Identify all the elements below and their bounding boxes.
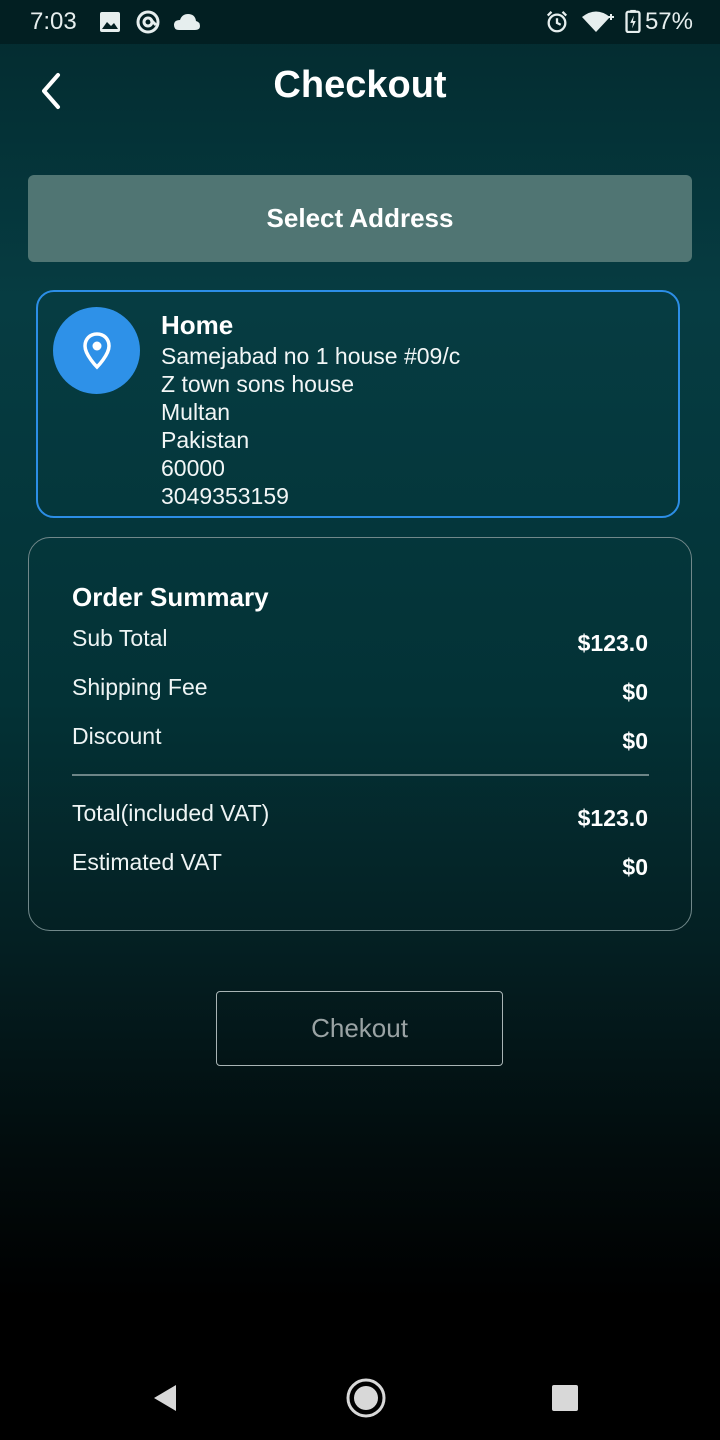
address-line-postal-code: 60000 — [161, 455, 225, 481]
sub-total-value: $123.0 — [577, 630, 648, 656]
sub-total-label: Sub Total — [72, 625, 168, 651]
location-pin-icon — [82, 331, 111, 369]
nav-home-button[interactable] — [344, 1376, 388, 1420]
address-card[interactable]: Home Samejabad no 1 house #09/c Z town s… — [36, 290, 680, 518]
summary-row-sub-total: Sub Total $123.0 — [72, 625, 648, 665]
location-pin-badge — [53, 307, 140, 394]
address-details: Home Samejabad no 1 house #09/c Z town s… — [161, 308, 661, 510]
shipping-fee-label: Shipping Fee — [72, 674, 208, 700]
alarm-icon — [546, 11, 568, 33]
estimated-vat-value: $0 — [622, 854, 648, 880]
image-icon — [100, 12, 120, 32]
shipping-fee-value: $0 — [622, 679, 648, 705]
summary-row-estimated-vat: Estimated VAT $0 — [72, 849, 648, 889]
page-title: Checkout — [273, 64, 447, 106]
summary-divider — [72, 774, 649, 776]
back-triangle-icon — [154, 1385, 176, 1411]
wifi-icon — [582, 11, 614, 32]
summary-row-discount: Discount $0 — [72, 723, 648, 763]
address-name: Home — [161, 310, 234, 340]
address-line-country: Pakistan — [161, 427, 250, 453]
discount-value: $0 — [622, 728, 648, 754]
select-address-button[interactable]: Select Address — [28, 175, 692, 262]
summary-row-shipping-fee: Shipping Fee $0 — [72, 674, 648, 714]
checkout-button[interactable]: Chekout — [216, 991, 503, 1066]
order-summary-title: Order Summary — [72, 582, 269, 612]
address-line-street: Samejabad no 1 house #09/c — [161, 343, 461, 369]
total-label: Total(included VAT) — [72, 800, 270, 826]
nav-back-button[interactable] — [143, 1376, 187, 1420]
back-button[interactable] — [28, 66, 72, 116]
discount-label: Discount — [72, 723, 162, 749]
total-value: $123.0 — [577, 805, 648, 831]
order-summary-card: Order Summary Sub Total $123.0 Shipping … — [28, 537, 692, 931]
status-time: 7:03 — [30, 8, 77, 35]
at-sign-icon — [136, 10, 160, 34]
battery-charging-icon — [625, 9, 641, 33]
status-bar: 7:03 57% — [0, 0, 720, 44]
system-nav-bar — [0, 1356, 720, 1440]
address-line-phone: 3049353159 — [161, 483, 289, 509]
cloud-icon — [174, 14, 200, 30]
home-circle-icon — [346, 1378, 386, 1418]
address-line-area: Z town sons house — [161, 371, 355, 397]
chevron-left-icon — [42, 73, 60, 109]
battery-percent: 57% — [644, 8, 693, 35]
recents-square-icon — [552, 1385, 578, 1411]
summary-row-total: Total(included VAT) $123.0 — [72, 800, 648, 840]
nav-recents-button[interactable] — [543, 1376, 587, 1420]
address-line-city: Multan — [161, 399, 231, 425]
estimated-vat-label: Estimated VAT — [72, 849, 222, 875]
